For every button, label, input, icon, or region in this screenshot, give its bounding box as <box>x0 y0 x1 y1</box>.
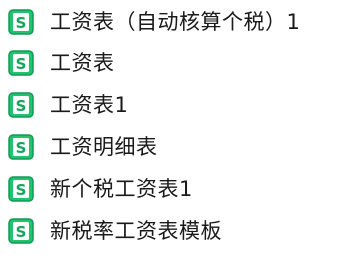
file-item-4[interactable]: S 工资明细表 <box>8 130 158 164</box>
sheet-file-icon: S <box>8 218 34 244</box>
file-list: S 工资表（自动核算个税）1 S 工资表 S 工资表1 S 工资明细表 S 新个… <box>0 0 364 256</box>
file-name: 工资明细表 <box>50 135 158 159</box>
file-name: 工资表1 <box>50 93 129 117</box>
sheet-file-icon: S <box>8 9 34 35</box>
sheet-file-icon: S <box>8 134 34 160</box>
sheet-file-icon: S <box>8 92 34 118</box>
file-name: 新个税工资表1 <box>50 177 193 201</box>
file-item-6[interactable]: S 新税率工资表模板 <box>8 214 222 248</box>
file-item-3[interactable]: S 工资表1 <box>8 88 128 122</box>
svg-text:S: S <box>16 139 27 157</box>
svg-text:S: S <box>16 223 27 241</box>
file-item-2[interactable]: S 工资表 <box>8 46 115 80</box>
sheet-file-icon: S <box>8 50 34 76</box>
file-item-1[interactable]: S 工资表（自动核算个税）1 <box>8 5 300 39</box>
file-name: 新税率工资表模板 <box>50 219 222 243</box>
file-item-5[interactable]: S 新个税工资表1 <box>8 172 193 206</box>
file-name: 工资表 <box>50 51 115 75</box>
svg-text:S: S <box>16 97 27 115</box>
file-name: 工资表（自动核算个税）1 <box>50 10 301 34</box>
svg-text:S: S <box>16 14 27 32</box>
sheet-file-icon: S <box>8 176 34 202</box>
svg-text:S: S <box>16 55 27 73</box>
svg-text:S: S <box>16 181 27 199</box>
